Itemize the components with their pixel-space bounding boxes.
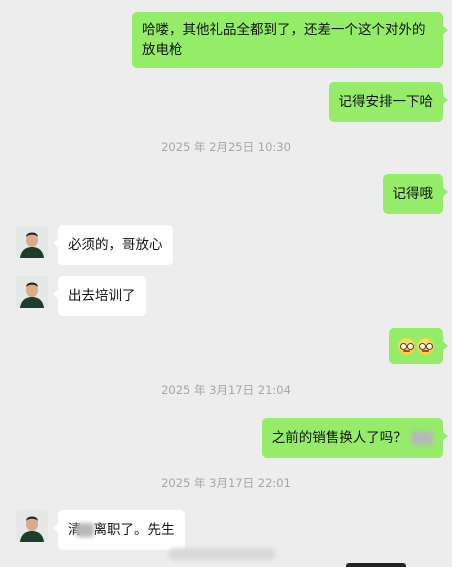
message-bubble-outgoing[interactable]: 哈喽，其他礼品全都到了，还差一个这个对外的放电枪 [132, 12, 448, 68]
message-bubble-outgoing[interactable]: 记得哦 [382, 174, 448, 214]
message-text: 记得安排一下哈 [338, 94, 434, 110]
redacted-text [75, 523, 94, 537]
redacted-text [411, 431, 433, 445]
message-text: 离职了。先生 [93, 522, 175, 538]
message-bubble-incoming[interactable]: 必须的，哥放心 [53, 225, 173, 265]
confused-face-icon [417, 337, 434, 355]
message-bubble-incoming[interactable]: 出去培训了 [53, 276, 146, 316]
person-avatar-icon [16, 510, 48, 542]
confused-face-icon [398, 337, 415, 355]
message-bubble-outgoing-emoji[interactable] [389, 328, 448, 364]
message-text: 必须的，哥放心 [68, 237, 163, 253]
watermark [168, 548, 276, 560]
person-avatar-icon [16, 276, 48, 308]
message-text: 哈喽，其他礼品全都到了，还差一个这个对外的放电枪 [142, 22, 426, 58]
contact-avatar[interactable] [16, 510, 48, 542]
message-bubble-outgoing[interactable]: 之前的销售换人了吗？ [261, 418, 449, 458]
chat-timestamp: 2025 年 3月17日 21:04 [161, 383, 291, 397]
message-bubble-incoming[interactable]: 清离职了。先生 [53, 510, 185, 550]
message-bubble-outgoing[interactable]: 记得安排一下哈 [328, 82, 448, 122]
message-text: 记得哦 [392, 186, 434, 202]
message-text: 之前的销售换人了吗？ [271, 430, 407, 446]
person-avatar-icon [16, 226, 48, 258]
contact-avatar[interactable] [16, 276, 48, 308]
message-text: 出去培训了 [68, 288, 136, 304]
home-indicator [346, 563, 406, 567]
contact-avatar[interactable] [16, 226, 48, 258]
chat-timestamp: 2025 年 3月17日 22:01 [161, 476, 291, 490]
chat-timestamp: 2025 年 2月25日 10:30 [161, 140, 291, 154]
